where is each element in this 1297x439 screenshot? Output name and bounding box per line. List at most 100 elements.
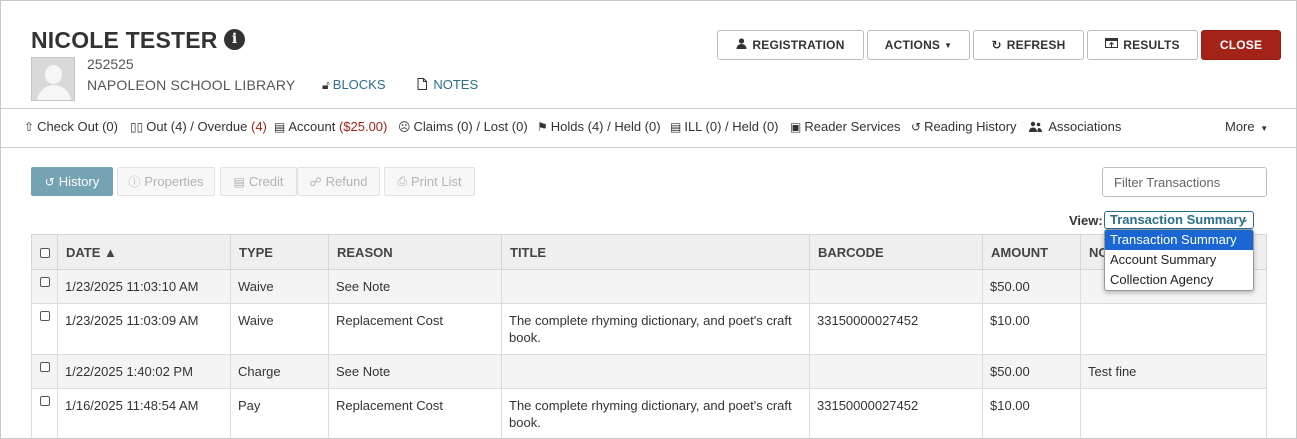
view-select[interactable]: Transaction Summary ⌄ bbox=[1104, 211, 1254, 229]
properties-label: Properties bbox=[144, 174, 204, 189]
frown-icon: ☹ bbox=[398, 120, 411, 134]
refresh-button[interactable]: ↻ REFRESH bbox=[973, 30, 1084, 60]
nav-out-overdue[interactable]: ▯▯ Out (4) / Overdue (4) bbox=[130, 119, 267, 134]
filter-transactions-input[interactable] bbox=[1102, 167, 1267, 197]
nav-reader-services[interactable]: ▣ Reader Services bbox=[790, 119, 900, 134]
nav-out-label: Out (4) / Overdue bbox=[146, 119, 251, 134]
view-option-account-summary[interactable]: Account Summary bbox=[1105, 250, 1253, 270]
cell-reason: Replacement Cost bbox=[328, 388, 502, 438]
nav-account-label: Account bbox=[288, 119, 339, 134]
row-select-cell bbox=[31, 354, 58, 389]
credit-card-icon: ▤ bbox=[233, 174, 245, 189]
row-select-cell bbox=[31, 303, 58, 355]
cell-amount: $10.00 bbox=[982, 388, 1081, 438]
row-checkbox[interactable] bbox=[39, 310, 50, 321]
nav-holds-label: Holds (4) / Held (0) bbox=[550, 119, 661, 134]
avatar bbox=[31, 57, 75, 101]
cart-icon: ☍ bbox=[309, 174, 322, 189]
column-header-reason[interactable]: REASON bbox=[328, 234, 502, 270]
nav-ill[interactable]: ▤ ILL (0) / Held (0) bbox=[670, 119, 779, 134]
table-row[interactable]: 1/23/2025 11:03:09 AM Waive Replacement … bbox=[31, 303, 1267, 355]
results-label: RESULTS bbox=[1123, 38, 1180, 52]
column-header-barcode[interactable]: BARCODE bbox=[809, 234, 983, 270]
nav-claims-lost[interactable]: ☹ Claims (0) / Lost (0) bbox=[398, 119, 528, 134]
id-card-icon: ▣ bbox=[790, 120, 802, 134]
view-label: View: bbox=[1069, 213, 1103, 228]
nav-reader-services-label: Reader Services bbox=[804, 119, 901, 134]
cell-amount: $10.00 bbox=[982, 303, 1081, 355]
table-row[interactable]: 1/22/2025 1:40:02 PM Charge See Note $50… bbox=[31, 354, 1267, 389]
history-button[interactable]: ↺ History bbox=[31, 167, 113, 196]
nav-holds[interactable]: ⚑ Holds (4) / Held (0) bbox=[537, 119, 661, 134]
row-select-cell bbox=[31, 388, 58, 438]
registration-label: REGISTRATION bbox=[752, 38, 845, 52]
print-icon: ⎙ bbox=[397, 174, 408, 188]
cell-date: 1/23/2025 11:03:10 AM bbox=[57, 269, 231, 304]
nav-reading-history[interactable]: ↺ Reading History bbox=[911, 119, 1017, 134]
overdue-count: (4) bbox=[250, 119, 267, 134]
patron-library: NAPOLEON SCHOOL LIBRARY bbox=[87, 77, 296, 93]
blocks-link[interactable]: 🔓︎ BLOCKS bbox=[322, 77, 386, 93]
library-icon: ▤ bbox=[670, 120, 682, 134]
nav-check-out-label: Check Out (0) bbox=[37, 119, 118, 134]
results-button[interactable]: RESULTS bbox=[1087, 30, 1198, 60]
file-icon bbox=[417, 78, 430, 92]
unlock-icon: 🔓︎ bbox=[322, 78, 330, 92]
registration-button[interactable]: REGISTRATION bbox=[717, 30, 864, 60]
nav-more-dropdown[interactable]: More ▼ bbox=[1225, 119, 1268, 134]
cell-type: Pay bbox=[230, 388, 329, 438]
row-checkbox[interactable] bbox=[39, 395, 50, 406]
cell-reason: Replacement Cost bbox=[328, 303, 502, 355]
nav-associations-label: Associations bbox=[1048, 119, 1122, 134]
cell-date: 1/23/2025 11:03:09 AM bbox=[57, 303, 231, 355]
refund-button[interactable]: ☍ Refund bbox=[297, 167, 380, 196]
books-icon: ▯▯ bbox=[130, 120, 144, 134]
refund-label: Refund bbox=[325, 174, 368, 189]
patron-nav-bar: ⇧ Check Out (0) ▯▯ Out (4) / Overdue (4) ▤… bbox=[1, 108, 1296, 148]
row-checkbox[interactable] bbox=[39, 276, 50, 287]
caret-down-icon: ▼ bbox=[1260, 124, 1269, 133]
history-icon: ↺ bbox=[44, 174, 55, 189]
credit-label: Credit bbox=[248, 174, 284, 189]
cell-type: Waive bbox=[230, 303, 329, 355]
row-select-cell bbox=[31, 269, 58, 304]
row-checkbox[interactable] bbox=[39, 361, 50, 372]
close-button[interactable]: CLOSE bbox=[1201, 30, 1281, 60]
nav-check-out[interactable]: ⇧ Check Out (0) bbox=[24, 119, 118, 134]
cell-title bbox=[501, 269, 810, 304]
notes-label: NOTES bbox=[433, 77, 479, 92]
notes-link[interactable]: NOTES bbox=[417, 77, 478, 92]
cell-type: Charge bbox=[230, 354, 329, 389]
view-option-collection-agency[interactable]: Collection Agency bbox=[1105, 270, 1253, 290]
cell-type: Waive bbox=[230, 269, 329, 304]
cell-barcode bbox=[809, 354, 983, 389]
credit-button[interactable]: ▤ Credit bbox=[220, 167, 297, 196]
blocks-label: BLOCKS bbox=[332, 77, 386, 92]
avatar-head-shape bbox=[45, 65, 62, 84]
money-icon: ▤ bbox=[274, 120, 286, 134]
cell-reason: See Note bbox=[328, 354, 502, 389]
properties-button[interactable]: ⓘ Properties bbox=[117, 167, 215, 196]
refresh-label: REFRESH bbox=[1006, 38, 1066, 52]
column-header-type[interactable]: TYPE bbox=[230, 234, 329, 270]
actions-dropdown-button[interactable]: ACTIONS ▼ bbox=[867, 30, 970, 60]
column-header-amount[interactable]: AMOUNT bbox=[982, 234, 1081, 270]
select-all-checkbox[interactable] bbox=[39, 248, 50, 259]
column-header-title[interactable]: TITLE bbox=[501, 234, 810, 270]
nav-associations[interactable]: Associations bbox=[1029, 119, 1121, 134]
column-header-date[interactable]: DATE ▲ bbox=[57, 234, 231, 270]
view-option-transaction-summary[interactable]: Transaction Summary bbox=[1105, 230, 1253, 250]
print-list-button[interactable]: ⎙ Print List bbox=[384, 167, 475, 196]
table-row[interactable]: 1/16/2025 11:48:54 AM Pay Replacement Co… bbox=[31, 388, 1267, 438]
flag-icon: ⚑ bbox=[537, 120, 548, 134]
nav-account[interactable]: ▤ Account ($25.00) bbox=[274, 119, 387, 134]
cell-barcode: 33150000027452 bbox=[809, 303, 983, 355]
cell-title: The complete rhyming dictionary, and poe… bbox=[501, 303, 810, 355]
nav-claims-label: Claims (0) / Lost (0) bbox=[413, 119, 528, 134]
table-row[interactable]: 1/23/2025 11:03:10 AM Waive See Note $50… bbox=[31, 269, 1267, 304]
refresh-icon: ↻ bbox=[991, 38, 1002, 52]
actions-label: ACTIONS bbox=[884, 38, 941, 52]
cell-date: 1/22/2025 1:40:02 PM bbox=[57, 354, 231, 389]
transactions-table: DATE ▲ TYPE REASON TITLE BARCODE AMOUNT … bbox=[31, 234, 1267, 438]
info-icon[interactable]: i bbox=[224, 29, 245, 50]
